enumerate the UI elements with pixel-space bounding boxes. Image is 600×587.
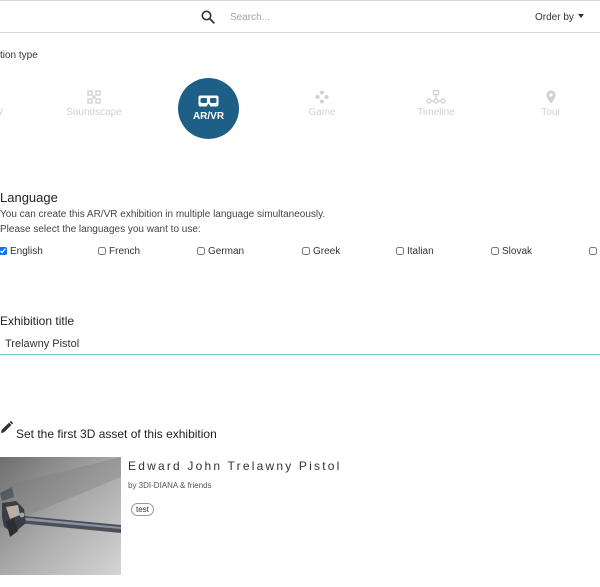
language-option-english[interactable]: English [0, 246, 43, 257]
search-icon[interactable] [201, 10, 215, 24]
soundscape-icon [87, 90, 101, 104]
type-option-arvr[interactable]: AR/VR [178, 78, 239, 139]
language-option-slovak[interactable]: Slovak [491, 246, 532, 257]
type-option-soundscape[interactable]: Soundscape [64, 90, 124, 118]
language-option-label: German [208, 246, 245, 257]
type-option-label: Tour [541, 107, 561, 118]
exhibition-title-heading: Exhibition title [0, 314, 75, 328]
type-option-label: Timeline [417, 107, 455, 118]
type-option-timeline[interactable]: Timeline [414, 90, 458, 118]
map-pin-icon [546, 90, 556, 104]
italian-checkbox[interactable] [396, 247, 404, 255]
type-option-label: y [0, 106, 3, 117]
type-option-label: AR/VR [192, 111, 225, 122]
asset-thumbnail[interactable] [0, 457, 121, 575]
english-checkbox[interactable] [0, 247, 7, 255]
language-option-greek[interactable]: Greek [302, 246, 340, 257]
type-option-partial[interactable]: y [0, 106, 3, 117]
asset-author: by 3DI-DIANA & friends [128, 481, 212, 490]
language-help-text: Please select the languages you want to … [0, 224, 201, 235]
language-help-text: You can create this AR/VR exhibition in … [0, 209, 326, 220]
order-by-label: Order by [535, 12, 574, 23]
type-option-game[interactable]: Game [302, 90, 342, 118]
language-option-label: English [10, 246, 43, 257]
type-option-tour[interactable]: Tour [539, 90, 563, 118]
language-option-label: French [109, 246, 141, 257]
search-input[interactable] [226, 7, 464, 27]
language-option-partial[interactable] [589, 246, 600, 257]
exhibition-title-input[interactable] [0, 333, 600, 355]
asset-section-heading: Set the first 3D asset of this exhibitio… [16, 427, 217, 441]
language-option-label: Greek [313, 246, 341, 257]
caret-down-icon [577, 14, 584, 19]
tag-badge[interactable]: test [131, 503, 154, 516]
slovak-checkbox[interactable] [491, 247, 499, 255]
gamepad-icon [315, 90, 329, 104]
language-heading: Language [0, 190, 58, 205]
pistol-image [0, 457, 121, 575]
type-option-label: Game [308, 107, 336, 118]
language-option-french[interactable]: French [98, 246, 140, 257]
type-option-label: Soundscape [66, 107, 122, 118]
language-option-label: Italian [407, 246, 434, 257]
asset-name[interactable]: Edward John Trelawny Pistol [128, 459, 341, 473]
french-checkbox[interactable] [98, 247, 106, 255]
pencil-icon [1, 421, 13, 433]
exhibition-type-label: tion type [0, 50, 38, 61]
partial-language-checkbox[interactable] [589, 247, 597, 255]
order-by-dropdown[interactable]: Order by [535, 12, 584, 23]
top-bar: Order by [0, 0, 600, 33]
language-option-label: Slovak [502, 246, 533, 257]
german-checkbox[interactable] [197, 247, 205, 255]
vr-headset-icon [198, 95, 219, 107]
language-option-german[interactable]: German [197, 246, 244, 257]
greek-checkbox[interactable] [302, 247, 310, 255]
language-option-italian[interactable]: Italian [396, 246, 434, 257]
timeline-icon [426, 90, 446, 104]
